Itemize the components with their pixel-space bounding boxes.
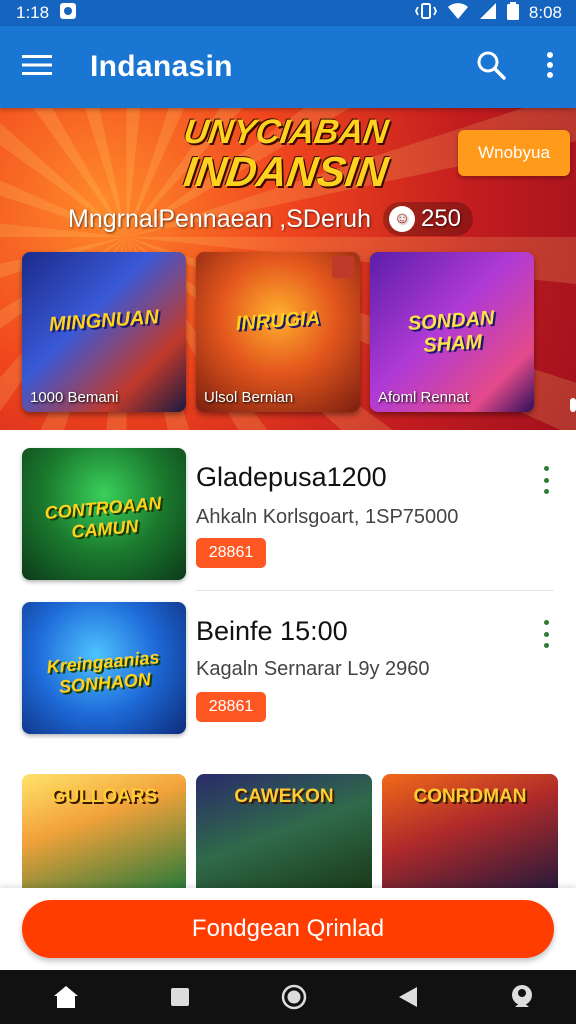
more-options-icon[interactable]	[546, 51, 554, 83]
battery-icon	[506, 1, 519, 25]
list-item-title: Beinfe 15:00	[196, 616, 348, 646]
status-time-left: 1:18	[16, 3, 50, 22]
system-nav-bar	[0, 970, 576, 1024]
home-icon[interactable]	[52, 983, 80, 1011]
list-item[interactable]: CONTROAAN CAMUN Gladepusa1200 Ahkaln Kor…	[0, 448, 576, 598]
list-item-more-icon[interactable]	[538, 620, 554, 648]
grid-card[interactable]: CONRDMAN	[382, 774, 558, 888]
signal-icon	[479, 2, 497, 25]
search-icon[interactable]	[476, 50, 506, 85]
divider	[196, 590, 554, 591]
featured-card[interactable]: INRUGIA Ulsol Bernian	[196, 252, 360, 412]
coin-count: 250	[420, 205, 462, 232]
grid-card-art-title: CONRDMAN	[413, 786, 527, 807]
game-grid: GULLOARS CAWEKON CONRDMAN	[22, 774, 558, 888]
coin-icon: ☺	[388, 206, 415, 232]
menu-icon[interactable]	[22, 53, 52, 82]
bottom-action-bar: Fondgean Qrinlad	[0, 888, 576, 970]
list-item-meta: Kagaln Sernarar L9y 2960	[196, 658, 430, 680]
grid-card-art-title: CAWEKON	[234, 786, 334, 807]
coin-counter: ☺ 250	[382, 202, 474, 236]
main-action-button[interactable]: Fondgean Qrinlad	[22, 900, 554, 958]
card-label: Ulsol Bernian	[204, 389, 294, 406]
carousel-indicator	[570, 398, 576, 412]
hero-logo-line2: INDANSIN	[181, 148, 391, 195]
grid-card-art-title: GULLOARS	[50, 786, 158, 807]
assistant-icon[interactable]	[508, 983, 536, 1011]
list-item[interactable]: Kreingaanias SONHAON Beinfe 15:00 Kagaln…	[0, 602, 576, 752]
featured-carousel: MINGNUAN 1000 Bemani INRUGIA Ulsol Berni…	[22, 252, 534, 412]
hero-banner: UNYCIABAN INDANSIN Wnobyua MngrnalPennae…	[0, 108, 576, 430]
featured-card[interactable]: MINGNUAN 1000 Bemani	[22, 252, 186, 412]
list-item-title: Gladepusa1200	[196, 462, 387, 492]
hero-subtitle: MngrnalPennaean ,SDeruh	[68, 204, 371, 233]
hero-cta-button[interactable]: Wnobyua	[458, 130, 570, 176]
wifi-icon	[447, 2, 469, 25]
list-item-tag: 28861	[196, 692, 266, 722]
list-item-tag: 28861	[196, 538, 266, 568]
thumbnail-art-title: Kreingaanias SONHAON	[45, 647, 161, 697]
notification-icon	[59, 2, 77, 25]
grid-card[interactable]: CAWEKON	[196, 774, 372, 888]
list-item-thumbnail: CONTROAAN CAMUN	[22, 448, 186, 580]
list-item-thumbnail: Kreingaanias SONHAON	[22, 602, 186, 734]
list-item-meta: Ahkaln Korlsgoart, 1SP75000	[196, 506, 459, 528]
card-label: Afoml Rennat	[378, 389, 469, 406]
featured-card[interactable]: SONDAN SHAM Afoml Rennat	[370, 252, 534, 412]
grid-card[interactable]: GULLOARS	[22, 774, 186, 888]
hero-logo: UNYCIABAN INDANSIN	[176, 113, 396, 195]
vibrate-icon	[414, 2, 437, 25]
hero-subtitle-row: MngrnalPennaean ,SDeruh ☺ 250	[68, 202, 474, 236]
card-label: 1000 Bemani	[30, 389, 119, 406]
app-bar: Indanasin	[0, 26, 576, 108]
list-item-more-icon[interactable]	[538, 466, 554, 494]
thumbnail-art-title: CONTROAAN CAMUN	[43, 492, 163, 542]
status-bar: 1:18 8:08	[0, 0, 576, 26]
home-circle-icon[interactable]	[280, 983, 308, 1011]
status-time-right: 8:08	[528, 3, 562, 22]
app-title: Indanasin	[90, 50, 233, 83]
recents-icon[interactable]	[166, 983, 194, 1011]
hero-logo-line1: UNYCIABAN	[181, 113, 391, 151]
back-icon[interactable]	[394, 983, 422, 1011]
card-badge	[332, 256, 354, 278]
